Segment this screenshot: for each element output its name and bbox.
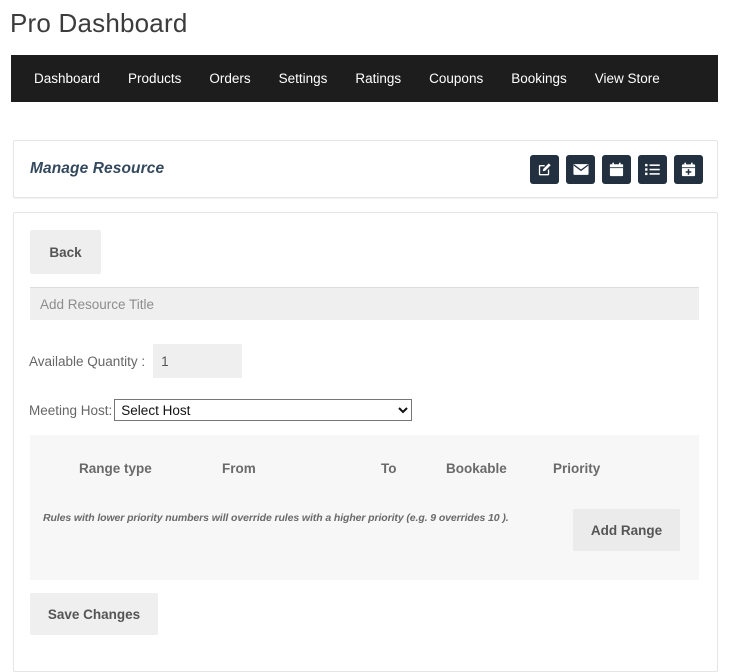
column-header-to: To bbox=[381, 461, 397, 476]
calendar-plus-icon bbox=[681, 162, 696, 177]
edit-pencil-square-icon-button[interactable] bbox=[530, 154, 559, 184]
nav-item-bookings[interactable]: Bookings bbox=[497, 55, 581, 102]
back-button[interactable]: Back bbox=[30, 230, 101, 274]
header-icon-toolbar bbox=[530, 154, 703, 184]
manage-resource-header-panel: Manage Resource bbox=[13, 140, 718, 198]
save-changes-button[interactable]: Save Changes bbox=[30, 593, 158, 635]
available-quantity-label: Available Quantity : bbox=[29, 353, 146, 369]
main-navigation: Dashboard Products Orders Settings Ratin… bbox=[11, 55, 718, 102]
envelope-icon bbox=[572, 163, 589, 176]
calendar-plus-icon-button[interactable] bbox=[674, 154, 703, 184]
page-title: Pro Dashboard bbox=[10, 8, 188, 38]
edit-pencil-square-icon bbox=[537, 162, 552, 177]
list-icon-button[interactable] bbox=[638, 154, 667, 184]
available-quantity-row: Available Quantity : bbox=[29, 344, 243, 378]
range-rules-table: Range type From To Bookable Priority Rul… bbox=[30, 435, 699, 580]
nav-item-coupons[interactable]: Coupons bbox=[415, 55, 497, 102]
add-range-button[interactable]: Add Range bbox=[573, 509, 680, 551]
column-header-bookable: Bookable bbox=[446, 461, 507, 476]
nav-item-ratings[interactable]: Ratings bbox=[341, 55, 415, 102]
envelope-icon-button[interactable] bbox=[566, 154, 595, 184]
list-icon bbox=[645, 163, 660, 176]
nav-item-dashboard[interactable]: Dashboard bbox=[20, 55, 114, 102]
resource-title-input[interactable] bbox=[30, 287, 699, 320]
meeting-host-row: Meeting Host: Select Host bbox=[29, 399, 413, 421]
meeting-host-select[interactable]: Select Host bbox=[114, 399, 413, 421]
meeting-host-label: Meeting Host: bbox=[29, 402, 113, 418]
nav-item-settings[interactable]: Settings bbox=[265, 55, 342, 102]
priority-rules-note: Rules with lower priority numbers will o… bbox=[43, 512, 509, 524]
nav-item-orders[interactable]: Orders bbox=[195, 55, 264, 102]
column-header-priority: Priority bbox=[553, 461, 601, 476]
calendar-icon-button[interactable] bbox=[602, 154, 631, 184]
manage-resource-body-panel: Back Available Quantity : Meeting Host: … bbox=[13, 212, 718, 672]
nav-item-products[interactable]: Products bbox=[114, 55, 195, 102]
column-header-range-type: Range type bbox=[79, 461, 152, 476]
table-header-row: Range type From To Bookable Priority bbox=[30, 435, 699, 476]
available-quantity-input[interactable] bbox=[153, 344, 243, 378]
nav-item-view-store[interactable]: View Store bbox=[581, 55, 674, 102]
panel-title: Manage Resource bbox=[30, 160, 165, 177]
column-header-from: From bbox=[222, 461, 256, 476]
calendar-icon bbox=[609, 162, 624, 177]
